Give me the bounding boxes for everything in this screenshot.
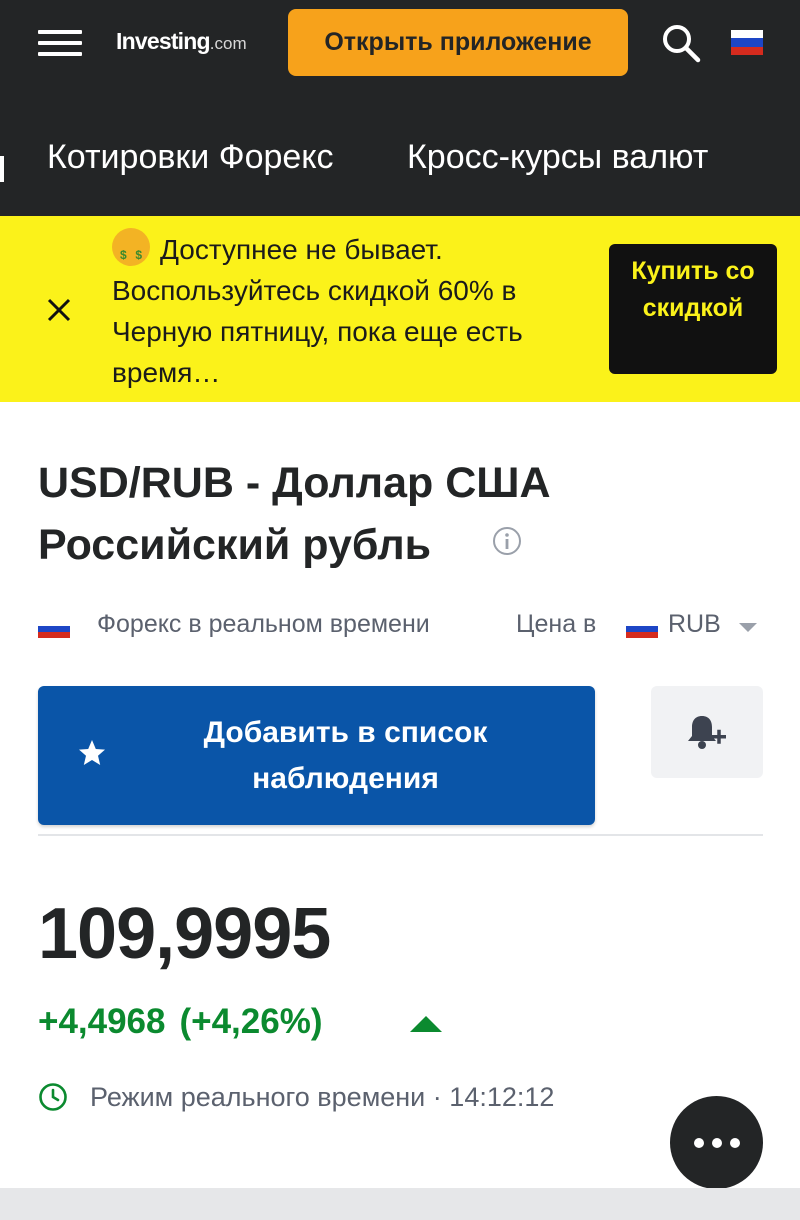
price-in-label: Цена в bbox=[516, 610, 597, 638]
more-actions-button[interactable] bbox=[670, 1096, 763, 1189]
star-icon bbox=[79, 740, 105, 765]
separator: · bbox=[432, 1082, 442, 1112]
add-to-watchlist-button[interactable]: Добавить в список наблюдения bbox=[38, 686, 595, 825]
watchlist-button-label: Добавить в список наблюдения bbox=[203, 716, 488, 795]
site-logo[interactable]: Investing.com bbox=[116, 28, 247, 55]
russia-flag-icon bbox=[38, 620, 70, 638]
clock-icon bbox=[39, 1083, 67, 1111]
up-arrow-icon bbox=[410, 1016, 442, 1032]
search-icon[interactable] bbox=[660, 22, 702, 64]
create-alert-button[interactable] bbox=[651, 686, 763, 778]
close-icon[interactable] bbox=[44, 295, 74, 325]
page-title: USD/RUB - Доллар США Российский рубль bbox=[38, 459, 551, 569]
open-app-button[interactable]: Открыть приложение bbox=[288, 9, 628, 76]
quote-time: 14:12:12 bbox=[449, 1082, 555, 1112]
realtime-mode-label: Режим реального времени bbox=[90, 1082, 426, 1112]
bottom-bar bbox=[0, 1188, 800, 1220]
promo-text-block: Доступнее не бывает. Воспользуйтесь скид… bbox=[112, 228, 592, 393]
currency-selector[interactable]: RUB bbox=[668, 610, 721, 639]
chevron-down-icon[interactable] bbox=[739, 623, 757, 632]
change-percent: (+4,26%) bbox=[179, 1002, 323, 1041]
section-divider bbox=[38, 834, 763, 836]
realtime-status: Режим реального времени · 14:12:12 bbox=[90, 1082, 554, 1113]
nav-item-forex-quotes[interactable]: Котировки Форекс bbox=[47, 138, 334, 177]
russia-flag-icon[interactable] bbox=[731, 30, 763, 55]
russia-flag-icon bbox=[626, 620, 658, 638]
hamburger-icon[interactable] bbox=[38, 30, 82, 56]
nav-scroll-edge bbox=[0, 156, 4, 182]
last-price: 109,9995 bbox=[38, 894, 331, 974]
info-icon[interactable] bbox=[492, 526, 522, 556]
promo-buy-button[interactable]: Купить со скидкой bbox=[609, 244, 777, 374]
top-header: Investing.com Открыть приложение Котиров… bbox=[0, 0, 800, 216]
instrument-meta-row: Форекс в реальном времени Цена в RUB bbox=[0, 600, 800, 650]
more-icon bbox=[694, 1138, 704, 1148]
bell-plus-icon bbox=[688, 716, 726, 749]
money-face-icon bbox=[112, 228, 150, 276]
nav-item-cross-rates[interactable]: Кросс-курсы валют bbox=[407, 138, 708, 177]
data-source-label: Форекс в реальном времени bbox=[97, 610, 430, 638]
promo-text: Доступнее не бывает. Воспользуйтесь скид… bbox=[112, 234, 523, 388]
price-change: +4,4968 (+4,26%) bbox=[38, 1002, 323, 1042]
change-value: +4,4968 bbox=[38, 1002, 166, 1041]
